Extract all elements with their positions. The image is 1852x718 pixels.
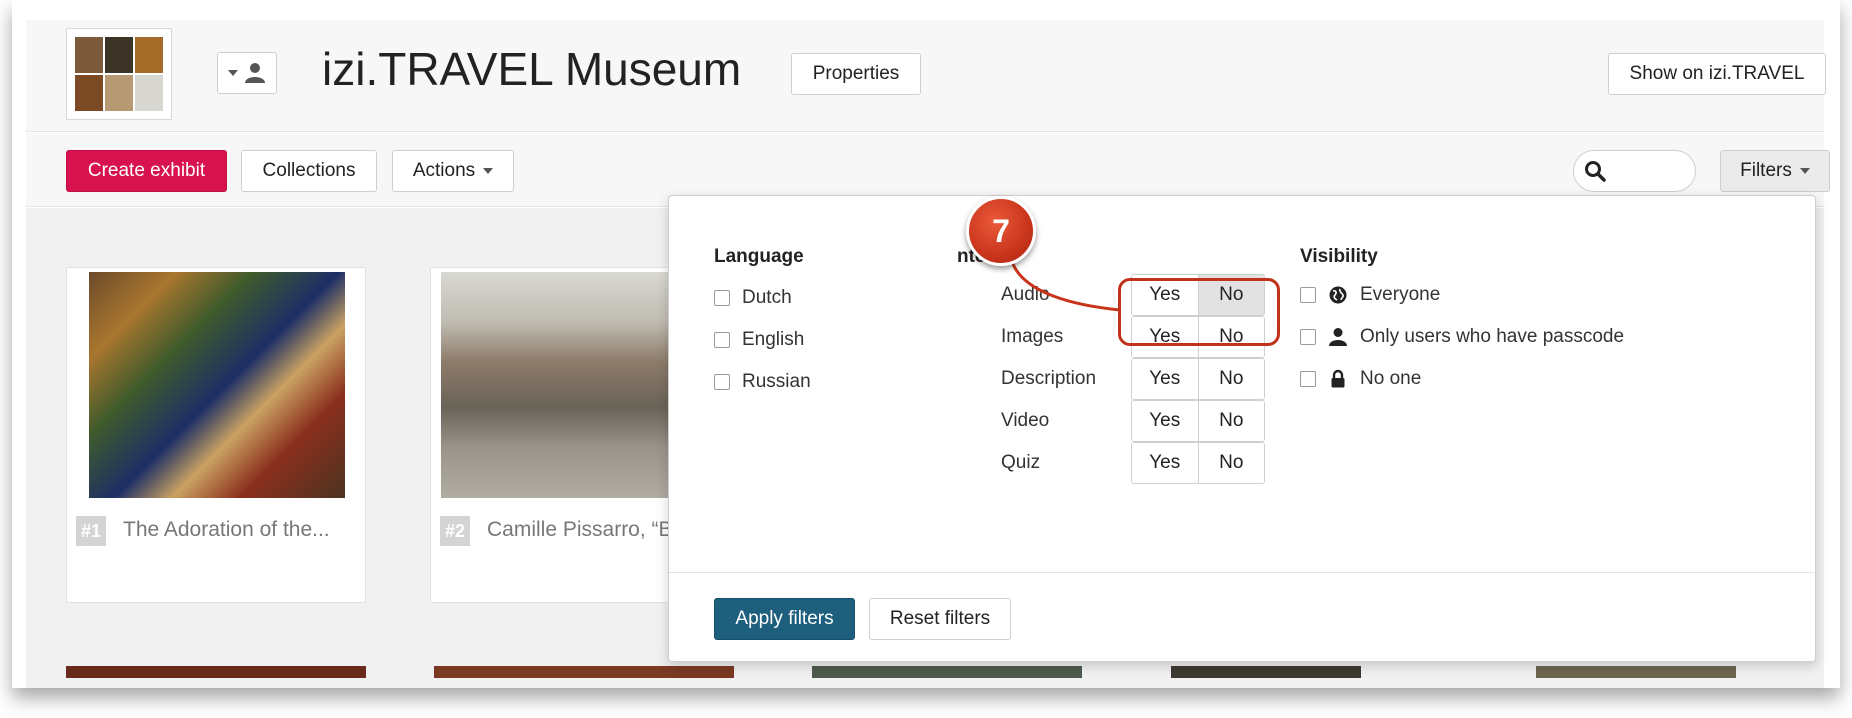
exhibit-number: #2 xyxy=(440,516,470,546)
exhibit-thumbnail xyxy=(89,272,345,498)
exhibit-title: The Adoration of the... xyxy=(123,518,330,541)
apply-filters-button[interactable]: Apply filters xyxy=(714,598,855,640)
exhibit-title: Camille Pissarro, “Bo xyxy=(487,518,685,541)
annotation-highlight-box xyxy=(1118,278,1280,346)
exhibit-thumbnail xyxy=(66,666,366,678)
caret-down-icon xyxy=(228,70,238,76)
quiz-yes-no-toggle: Yes No xyxy=(1131,442,1265,484)
lock-icon xyxy=(1328,369,1348,389)
exhibit-thumbnail xyxy=(1536,666,1736,678)
filters-label: Filters xyxy=(1740,160,1792,181)
visibility-option-passcode[interactable]: Only users who have passcode xyxy=(1300,326,1624,348)
filters-dropdown-button[interactable]: Filters xyxy=(1720,150,1830,192)
option-label: Dutch xyxy=(742,287,792,308)
option-label: No one xyxy=(1360,368,1422,389)
page-title: izi.TRAVEL Museum xyxy=(322,43,742,95)
visibility-option-no-one[interactable]: No one xyxy=(1300,368,1421,390)
actions-dropdown-button[interactable]: Actions xyxy=(392,150,514,192)
video-yes-no-toggle: Yes No xyxy=(1131,400,1265,442)
video-yes-button[interactable]: Yes xyxy=(1132,401,1198,441)
filters-panel: Language Dutch English Russian ntent Aud… xyxy=(668,195,1816,662)
language-heading: Language xyxy=(714,246,804,267)
user-icon xyxy=(1328,327,1348,347)
exhibit-number: #1 xyxy=(76,516,106,546)
option-label: Everyone xyxy=(1360,284,1441,305)
content-label-description: Description xyxy=(1001,368,1097,389)
option-label: English xyxy=(742,329,805,350)
content-label-quiz: Quiz xyxy=(1001,452,1041,473)
exhibit-thumbnail xyxy=(812,666,1082,678)
user-menu-button[interactable] xyxy=(217,52,277,94)
panel-divider xyxy=(669,572,1815,573)
search-input[interactable] xyxy=(1573,150,1696,192)
description-yes-no-toggle: Yes No xyxy=(1131,358,1265,400)
step-callout-badge: 7 xyxy=(966,196,1036,266)
description-no-button[interactable]: No xyxy=(1197,359,1264,399)
caret-down-icon xyxy=(1799,168,1810,174)
exhibit-card[interactable]: #1 The Adoration of the... xyxy=(66,267,366,603)
visibility-option-everyone[interactable]: Everyone xyxy=(1300,284,1440,306)
checkbox[interactable] xyxy=(714,332,730,348)
content-label-audio: Audio xyxy=(1001,284,1050,305)
language-option-dutch[interactable]: Dutch xyxy=(714,287,792,309)
content-label-video: Video xyxy=(1001,410,1050,431)
checkbox[interactable] xyxy=(1300,287,1316,303)
checkbox[interactable] xyxy=(714,290,730,306)
quiz-yes-button[interactable]: Yes xyxy=(1132,443,1198,483)
content-label-images: Images xyxy=(1001,326,1064,347)
collections-button[interactable]: Collections xyxy=(241,150,377,192)
reset-filters-button[interactable]: Reset filters xyxy=(869,598,1011,640)
checkbox[interactable] xyxy=(1300,329,1316,345)
checkbox[interactable] xyxy=(714,374,730,390)
video-no-button[interactable]: No xyxy=(1197,401,1264,441)
exhibit-thumbnail xyxy=(1171,666,1361,678)
description-yes-button[interactable]: Yes xyxy=(1132,359,1198,399)
user-icon xyxy=(245,63,265,83)
option-label: Only users who have passcode xyxy=(1360,326,1625,347)
globe-icon xyxy=(1328,285,1348,305)
show-on-izi-travel-button[interactable]: Show on izi.TRAVEL xyxy=(1608,53,1826,95)
properties-button[interactable]: Properties xyxy=(791,53,921,95)
actions-label: Actions xyxy=(412,160,476,181)
museum-header: izi.TRAVEL Museum Properties Show on izi… xyxy=(26,20,1826,132)
checkbox[interactable] xyxy=(1300,371,1316,387)
caret-down-icon xyxy=(483,168,494,174)
search-icon xyxy=(1585,161,1606,182)
visibility-heading: Visibility xyxy=(1300,246,1378,267)
language-option-english[interactable]: English xyxy=(714,329,804,351)
quiz-no-button[interactable]: No xyxy=(1197,443,1264,483)
language-option-russian[interactable]: Russian xyxy=(714,371,811,393)
exhibit-thumbnail xyxy=(434,666,734,678)
option-label: Russian xyxy=(742,371,811,392)
create-exhibit-button[interactable]: Create exhibit xyxy=(66,150,227,192)
museum-logo xyxy=(66,28,172,120)
